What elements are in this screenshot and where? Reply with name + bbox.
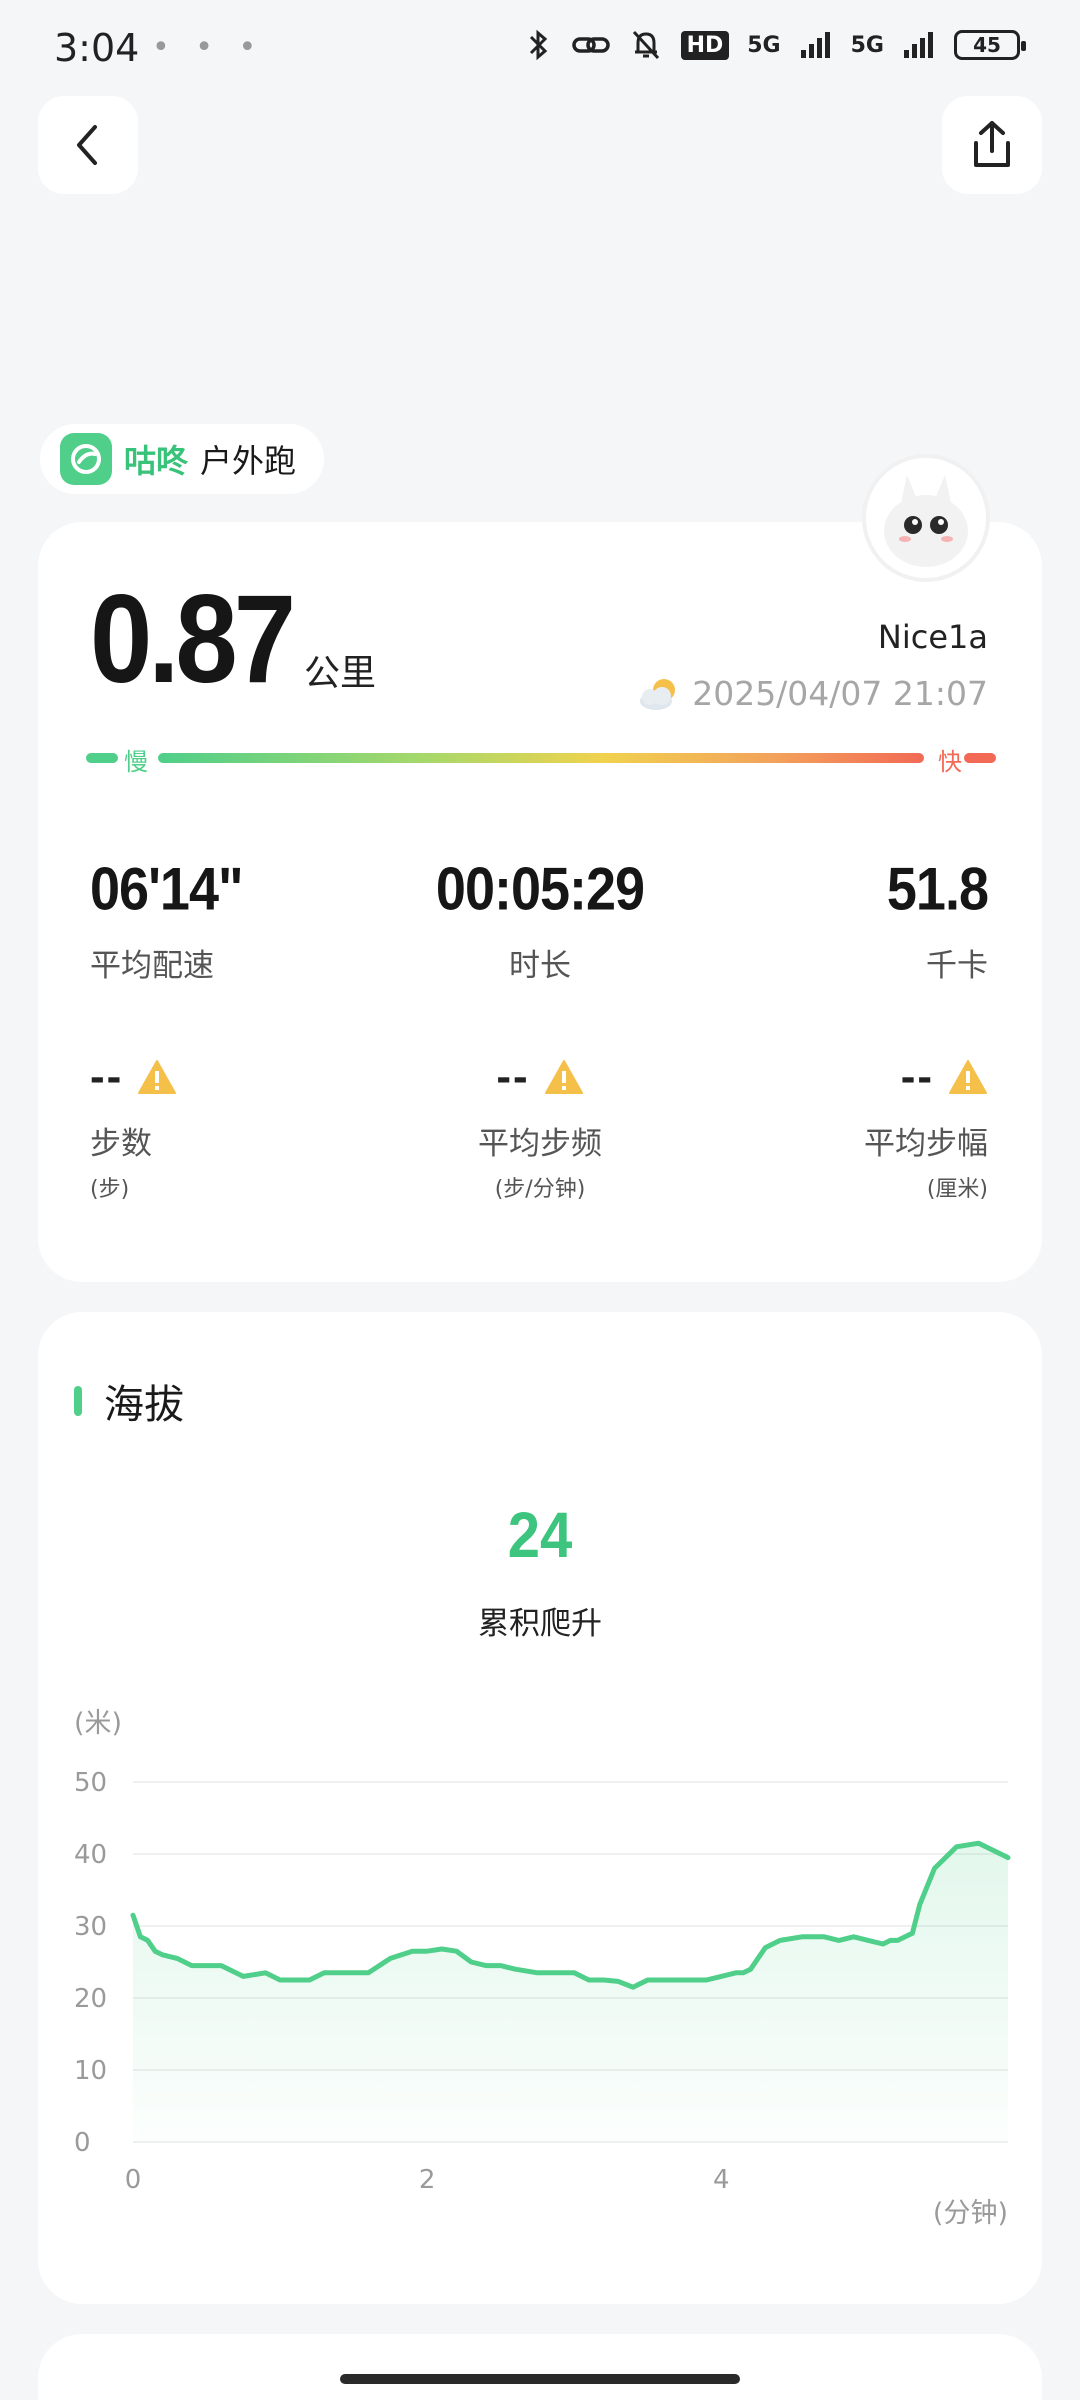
stat-unit: (步/分钟) [494, 1177, 586, 1202]
climb-value: 24 [507, 1499, 573, 1572]
stat-calories: 51.8 千卡 [887, 856, 989, 985]
network-5g-label: 5G [747, 32, 781, 58]
status-bar: 3:04 • • • HD 5G 5G 45 [0, 0, 1080, 100]
stat-avg-pace: 06'14" 平均配速 [90, 856, 244, 985]
stat-label: 千卡 [926, 948, 988, 984]
activity-type: 户外跑 [200, 442, 297, 480]
stat-value: -- [90, 1052, 124, 1101]
pace-gradient [158, 753, 924, 763]
stat-value: 00:05:29 [435, 855, 645, 923]
stat-value: -- [496, 1052, 530, 1101]
signal-icon-2 [904, 32, 933, 58]
distance-unit: 公里 [303, 653, 376, 694]
app-activity-tag: 咕咚 户外跑 [40, 424, 325, 494]
y-tick-label: 50 [74, 1768, 107, 1798]
x-axis-unit: (分钟) [933, 2198, 1008, 2229]
elevation-area [133, 1843, 1008, 2142]
y-tick-label: 30 [74, 1912, 107, 1942]
next-card [38, 2334, 1042, 2400]
status-time: 3:04 [54, 26, 140, 70]
summary-card: 0.87 公里 Nice1a 2025/04/07 21:07 慢 快 06'1… [38, 454, 1042, 1282]
stat-label: 平均步频 [478, 1126, 602, 1162]
status-more-dots: • • • [152, 30, 265, 65]
y-axis-unit: (米) [74, 1708, 122, 1739]
stat-label: 平均步幅 [864, 1126, 988, 1162]
warning-icon[interactable] [544, 1059, 584, 1095]
elevation-chart[interactable]: 50 40 30 20 10 0 0 2 4 (米) (分钟) [38, 1682, 1042, 2242]
signal-icon [800, 32, 830, 58]
x-tick-label: 2 [419, 2165, 436, 2195]
activity-datetime: 2025/04/07 21:07 [636, 674, 988, 713]
link-icon [571, 37, 610, 53]
warning-icon[interactable] [948, 1059, 988, 1095]
stat-value: -- [900, 1052, 934, 1101]
x-tick-label: 0 [125, 2165, 142, 2195]
app-brand-name: 咕咚 [124, 442, 189, 480]
y-tick-label: 10 [74, 2056, 107, 2086]
distance-value: 0.87 [90, 568, 296, 709]
stat-unit: (步) [90, 1177, 130, 1202]
section-title-text: 海拔 [104, 1382, 184, 1428]
section-accent-bar [74, 1386, 82, 1416]
warning-icon[interactable] [137, 1059, 177, 1095]
share-icon [974, 121, 1010, 167]
network-5g-label-2: 5G [850, 32, 884, 58]
share-button[interactable] [942, 96, 1042, 194]
y-tick-label: 0 [74, 2128, 91, 2158]
home-indicator[interactable] [340, 2374, 740, 2384]
stat-unit: (厘米) [926, 1177, 988, 1202]
username: Nice1a [877, 618, 988, 656]
pace-fast-label: 快 [938, 748, 962, 776]
datetime-text: 2025/04/07 21:07 [692, 674, 988, 713]
distance: 0.87 公里 [90, 569, 376, 711]
mute-bell-icon [632, 30, 659, 60]
stat-label: 时长 [509, 948, 571, 984]
stat-value: 51.8 [886, 855, 989, 923]
stat-steps: -- 步数 (步) [90, 1052, 177, 1203]
chevron-left-icon [77, 125, 97, 165]
stat-value: 06'14" [90, 855, 244, 923]
stat-cadence: -- 平均步频 (步/分钟) [400, 1052, 680, 1203]
stat-label: 平均配速 [90, 948, 214, 984]
codoon-logo-icon [60, 433, 112, 485]
battery-level: 45 [973, 33, 1001, 57]
hd-icon: HD [680, 30, 730, 60]
section-title: 海拔 [74, 1372, 184, 1430]
pace-bar-left-segment [86, 753, 118, 763]
battery-icon: 45 [954, 30, 1026, 60]
stat-duration: 00:05:29 时长 [400, 856, 680, 985]
avatar[interactable] [862, 454, 990, 582]
x-tick-label: 4 [713, 2165, 730, 2195]
cloudy-moon-icon [640, 678, 676, 710]
bluetooth-icon [529, 29, 547, 61]
y-tick-label: 40 [74, 1840, 107, 1870]
back-button[interactable] [38, 96, 138, 194]
pace-bar-right-segment [964, 753, 996, 763]
status-icons: HD 5G 5G 45 [523, 28, 1026, 62]
stat-stride: -- 平均步幅 (厘米) [864, 1052, 988, 1203]
pace-slow-label: 慢 [124, 748, 148, 776]
y-tick-label: 20 [74, 1984, 107, 2014]
climb-label: 累积爬升 [478, 1606, 602, 1642]
stat-label: 步数 [90, 1126, 152, 1162]
elevation-card: 海拔 24 累积爬升 50 40 30 20 10 0 024 (米) (分钟) [38, 1312, 1042, 2304]
pace-gradient-bar: 慢 快 [86, 746, 996, 776]
